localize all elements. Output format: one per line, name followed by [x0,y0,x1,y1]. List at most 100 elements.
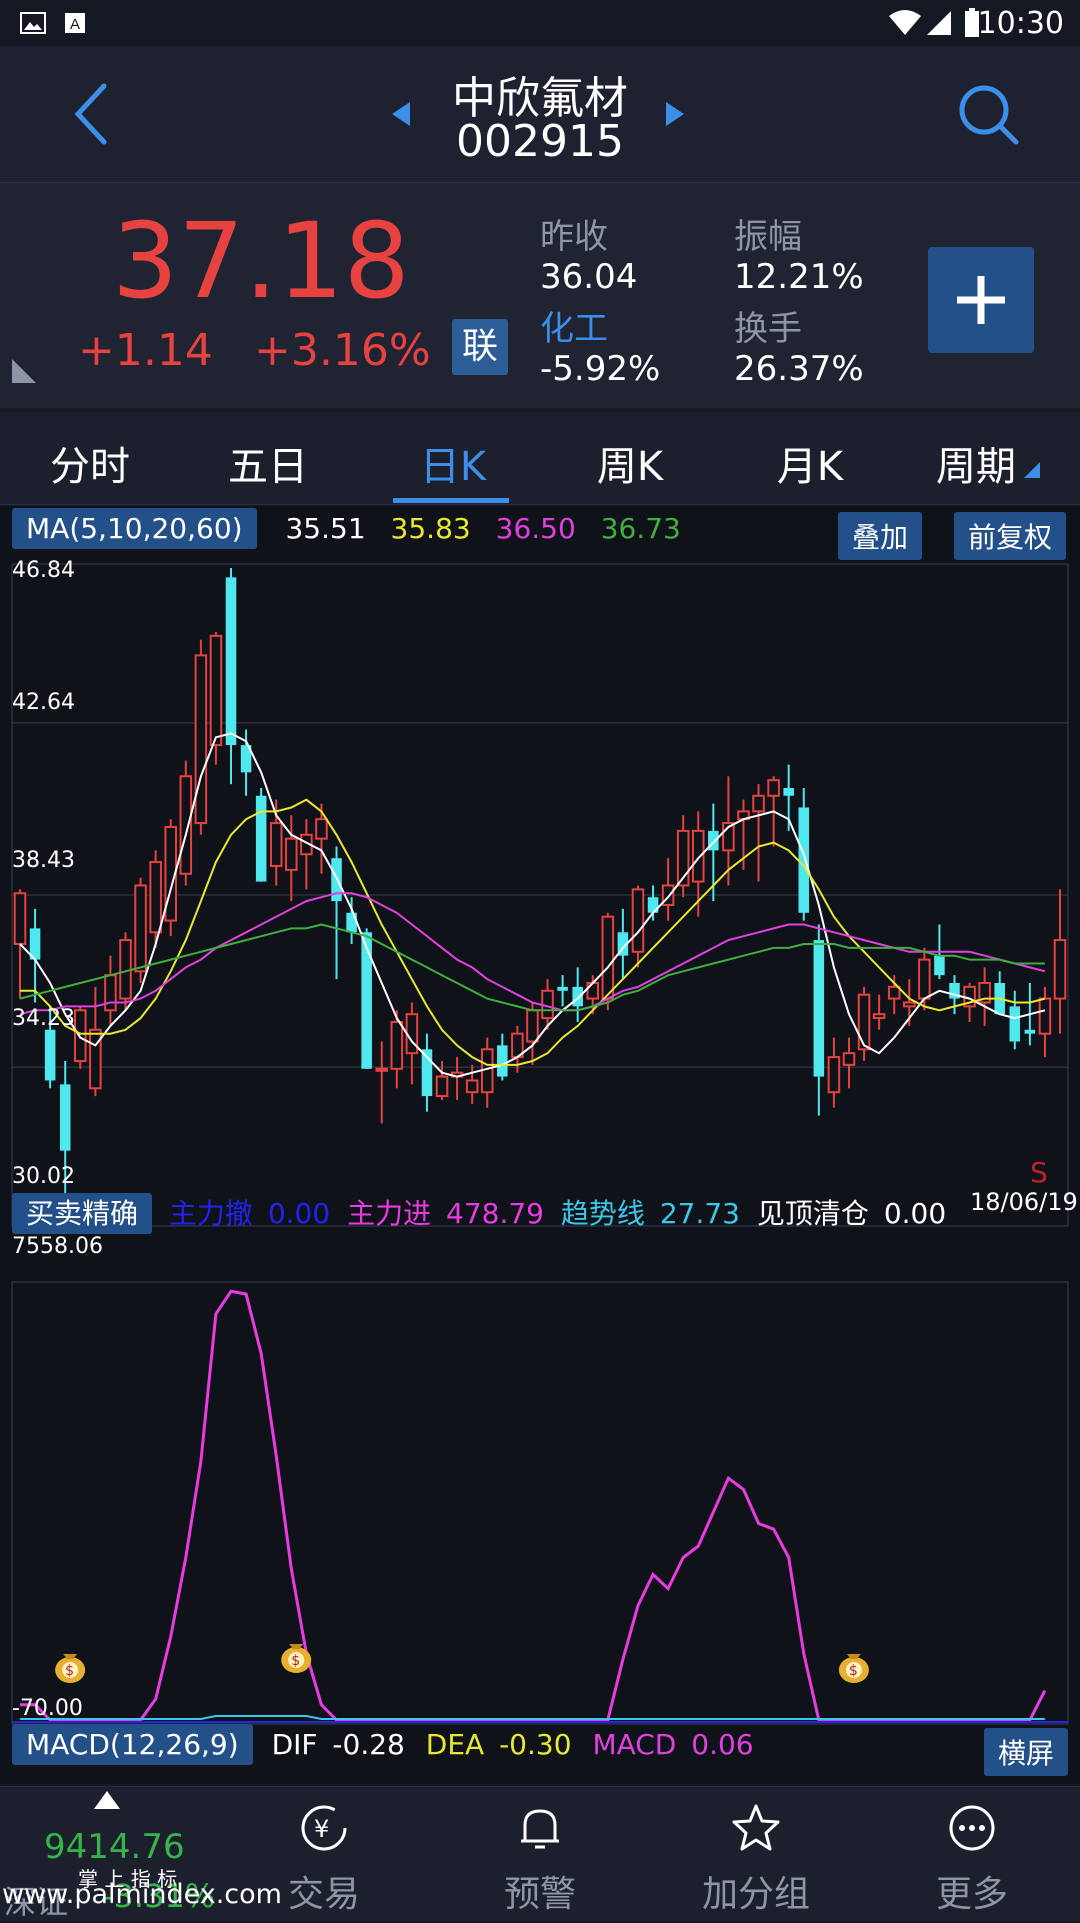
period-tabs: 分时 五日 日K 周K 月K 周期 [0,412,1080,505]
candle-body [149,861,162,934]
macd-label[interactable]: MACD(12,26,9) [12,1724,253,1765]
status-bar: A 10:30 [0,0,1080,46]
candle-body [647,897,659,913]
add-watchlist-button[interactable] [928,247,1034,353]
corner-triangle-icon [12,359,36,383]
indicator-max-label: 7558.06 [12,1234,103,1259]
trade-icon: ¥ [301,1805,347,1851]
candle-body [315,818,328,840]
signal-icon [927,11,951,35]
candle-body [1053,939,1067,1000]
macd-value-label: MACD [592,1728,677,1761]
plus-icon [957,276,1005,324]
candle-body [209,634,223,747]
price-axis-label: 46.84 [12,558,75,583]
candle-body [601,915,615,1000]
search-icon[interactable] [958,84,1020,146]
candle-body [375,1067,389,1072]
expand-up-icon [94,1791,120,1809]
candle-body [1009,1006,1021,1042]
chart-area: MA(5,10,20,60) 35.51 35.83 36.50 36.73 叠… [0,506,1080,1784]
current-price: 37.18 [112,200,410,322]
ma20-value: 36.50 [495,512,576,545]
candle-body [269,822,283,867]
tab-intraday[interactable]: 分时 [20,434,160,492]
amplitude-value: 12.21% [734,257,864,297]
bell-icon [521,1809,559,1849]
nav-trade[interactable]: ¥ 交易 [216,1787,432,1921]
candle-body [361,932,372,1069]
candle-body [557,986,568,991]
wifi-icon [889,10,921,35]
nav-label: 交易 [287,1874,360,1915]
nav-add-group[interactable]: 加分组 [648,1787,864,1921]
status-time: 10:30 [977,6,1064,41]
nav-label: 加分组 [701,1874,810,1915]
nav-more[interactable]: 更多 [864,1787,1080,1921]
candle-body [74,1009,87,1062]
sell-signal-mark: S [1030,1156,1048,1189]
ma5-value: 35.51 [285,512,366,545]
top-clear-label: 见顶清仓 [756,1197,869,1230]
ma-label[interactable]: MA(5,10,20,60) [12,508,257,549]
stock-code: 002915 [456,116,624,167]
dea-value: -0.30 [499,1728,572,1761]
enter-value: 478.79 [446,1197,544,1230]
candle-body [104,974,117,1012]
candle-body [13,892,27,945]
candle-body [798,807,810,913]
ma60-value: 36.73 [600,512,681,545]
dropdown-triangle-icon [1024,462,1040,478]
candle-body [285,837,298,871]
candle-body [631,888,645,953]
money-bag-icon: $ [55,1654,86,1683]
overlay-button[interactable]: 叠加 [838,512,923,560]
tab-monthly-k[interactable]: 月K [740,434,880,492]
candle-body [887,985,901,1000]
bottom-nav: 9414.76 深证 -3.31% 掌 上 指 标 www.palmindex.… [0,1786,1080,1921]
tab-five-day[interactable]: 五日 [198,434,338,492]
svg-text:$: $ [291,1653,300,1669]
active-tab-indicator [393,498,509,503]
candle-body [691,829,705,883]
trend-label: 趋势线 [560,1197,645,1230]
nav-label: 预警 [503,1874,576,1915]
turnover-value: 26.37% [734,349,864,389]
turnover-label: 换手 [734,309,802,349]
star-icon [732,1804,780,1851]
tab-daily-k[interactable]: 日K [383,434,523,492]
sector-label[interactable]: 化工 [540,301,608,350]
landscape-button[interactable]: 横屏 [984,1728,1069,1776]
candle-body [903,1001,916,1008]
nav-label: 更多 [935,1874,1008,1915]
price-axis-label: 34.23 [12,1006,75,1031]
indicator-panel-frame [11,1281,1069,1725]
candle-body [179,775,193,875]
price-axis-label: 38.43 [12,848,75,873]
adjust-button[interactable]: 前复权 [954,512,1067,560]
svg-text:$: $ [65,1663,74,1679]
app-notification-icon: A [65,13,85,33]
index-value: 9414.76 [44,1827,185,1867]
candle-body [827,1056,841,1094]
ma10-value: 35.83 [390,512,471,545]
candle-body [1038,997,1052,1035]
candle-body [752,794,765,813]
dif-value: -0.28 [332,1728,405,1761]
trend-value: 27.73 [659,1197,740,1230]
svg-text:A: A [70,16,80,33]
main-force-enter-line [20,1289,1047,1722]
linked-badge[interactable]: 联 [452,319,508,375]
candle-body [44,1029,56,1081]
image-icon [20,12,46,34]
next-stock-icon[interactable] [664,100,686,128]
svg-text:¥: ¥ [314,1815,329,1843]
candle-body [586,981,600,1000]
candle-body [405,1013,419,1055]
tab-weekly-k[interactable]: 周K [560,434,700,492]
nav-alert[interactable]: 预警 [432,1787,648,1921]
indicator-label[interactable]: 买卖精确 [12,1193,153,1234]
kline-chart[interactable]: $ $ $ [0,556,1080,1734]
svg-text:$: $ [849,1663,858,1679]
candle-body [89,1028,102,1090]
